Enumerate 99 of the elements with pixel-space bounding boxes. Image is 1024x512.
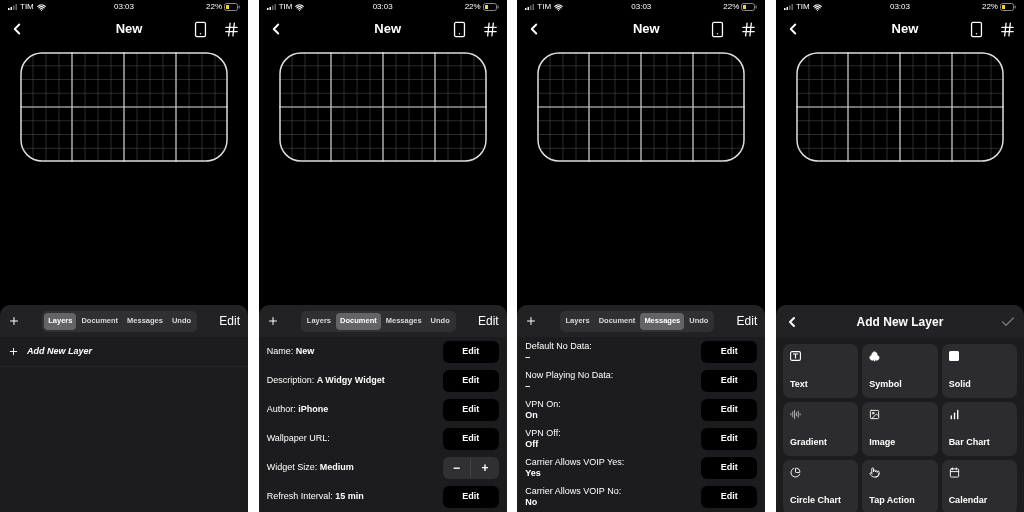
setting-label: Widget Size: Medium [266, 460, 354, 474]
edit-button[interactable]: Edit [219, 312, 240, 330]
edit-button[interactable]: Edit [701, 398, 758, 421]
message-value: – [525, 380, 532, 392]
edit-button[interactable]: Edit [701, 427, 758, 450]
message-value: Off [525, 438, 540, 450]
battery-percentage: 22% [723, 1, 740, 13]
edit-button[interactable]: Edit [701, 485, 758, 508]
bar-chart-icon [948, 409, 960, 420]
add-layer-link[interactable]: Add New Layer [27, 344, 93, 359]
tap-icon [869, 467, 881, 478]
square-icon [948, 351, 959, 361]
message-value: On [525, 409, 539, 421]
battery-icon [741, 3, 758, 11]
wifi-icon [295, 2, 305, 12]
nav-title: New [374, 20, 401, 39]
message-label: Now Playing No Data: [525, 369, 614, 381]
carrier-name: TIM [278, 1, 293, 13]
setting-label: Refresh Interval: 15 min [266, 489, 364, 503]
clock-time: 03:03 [372, 1, 393, 13]
edit-button[interactable]: Edit [736, 312, 758, 330]
waveform-icon [789, 409, 801, 420]
edit-button[interactable]: Edit [442, 427, 499, 450]
plus-icon [8, 346, 19, 357]
battery-percentage: 22% [206, 1, 222, 13]
layer-type-tile[interactable]: Solid [941, 344, 1017, 398]
battery-percentage: 22% [981, 1, 998, 13]
nav-title: New [115, 20, 143, 39]
wifi-icon [812, 2, 822, 12]
clock-time: 03:03 [114, 1, 134, 13]
setting-label: Wallpaper URL: [266, 431, 330, 445]
message-label: VPN Off: [525, 427, 561, 439]
message-value: – [525, 351, 532, 363]
layer-type-tile[interactable]: Symbol [862, 344, 938, 398]
battery-icon [482, 3, 499, 11]
signal-icon [266, 4, 276, 10]
edit-button[interactable]: Edit [442, 369, 499, 392]
edit-button[interactable]: Edit [442, 398, 499, 421]
edit-button[interactable]: Edit [442, 485, 499, 508]
plus-icon [525, 315, 538, 327]
text-box-icon [789, 351, 801, 361]
battery-percentage: 22% [464, 1, 481, 13]
edit-button[interactable]: Edit [701, 369, 758, 392]
setting-label: Author: iPhone [266, 402, 329, 416]
panel-title: Add New Layer [856, 313, 944, 331]
edit-button[interactable]: Edit [442, 340, 499, 363]
club-icon [869, 351, 881, 362]
layer-type-tile[interactable]: Circle Chart [782, 460, 859, 512]
grid-button[interactable] [223, 20, 240, 38]
carrier-name: TIM [537, 1, 552, 13]
pie-chart-icon [789, 467, 801, 478]
add-button[interactable] [525, 315, 538, 327]
layer-type-tile[interactable]: Bar Chart [941, 402, 1017, 456]
increment-button[interactable]: + [471, 458, 499, 477]
signal-icon [525, 4, 535, 10]
hash-icon [998, 20, 1016, 38]
add-button[interactable] [8, 315, 20, 327]
edit-button[interactable]: Edit [701, 456, 758, 479]
carrier-name: TIM [20, 1, 34, 13]
clock-time: 03:03 [889, 1, 910, 13]
layer-type-tile[interactable]: Tap Action [862, 460, 938, 512]
message-label: Carrier Allows VOIP Yes: [525, 456, 625, 468]
edit-button[interactable]: Edit [701, 340, 758, 363]
grid-button[interactable] [740, 20, 758, 38]
add-button[interactable] [266, 315, 279, 327]
grid-button[interactable] [481, 20, 499, 38]
nav-title: New [891, 20, 919, 39]
signal-icon [783, 4, 793, 10]
setting-label: Name: New [266, 344, 315, 358]
layer-type-tile[interactable]: Image [862, 402, 938, 456]
hash-icon [223, 20, 240, 38]
plus-icon [8, 315, 20, 327]
message-label: VPN On: [525, 398, 561, 410]
calendar-icon [948, 467, 960, 478]
layer-type-tile[interactable]: Gradient [782, 402, 859, 456]
image-icon [869, 409, 881, 420]
hash-icon [481, 20, 499, 38]
wifi-icon [554, 2, 564, 12]
grid-button[interactable] [998, 20, 1016, 38]
clock-time: 03:03 [631, 1, 652, 13]
hash-icon [740, 20, 758, 38]
device-button[interactable] [192, 20, 209, 38]
nav-title: New [632, 20, 660, 39]
message-label: Carrier Allows VOIP No: [525, 485, 622, 497]
signal-icon [8, 4, 17, 10]
battery-icon [999, 3, 1016, 11]
layer-type-tile[interactable]: Text [782, 344, 859, 398]
message-value: No [525, 496, 539, 508]
plus-icon [266, 315, 279, 327]
decrement-button[interactable]: − [442, 458, 472, 477]
carrier-name: TIM [795, 1, 810, 13]
layer-type-tile[interactable]: Calendar [941, 460, 1017, 512]
phone-icon [192, 20, 209, 38]
battery-icon [224, 3, 240, 11]
wifi-icon [36, 2, 46, 12]
message-value: Yes [525, 467, 542, 479]
edit-button[interactable]: Edit [477, 312, 499, 330]
setting-label: Description: A Widgy Widget [266, 373, 385, 387]
message-label: Default No Data: [525, 340, 592, 352]
